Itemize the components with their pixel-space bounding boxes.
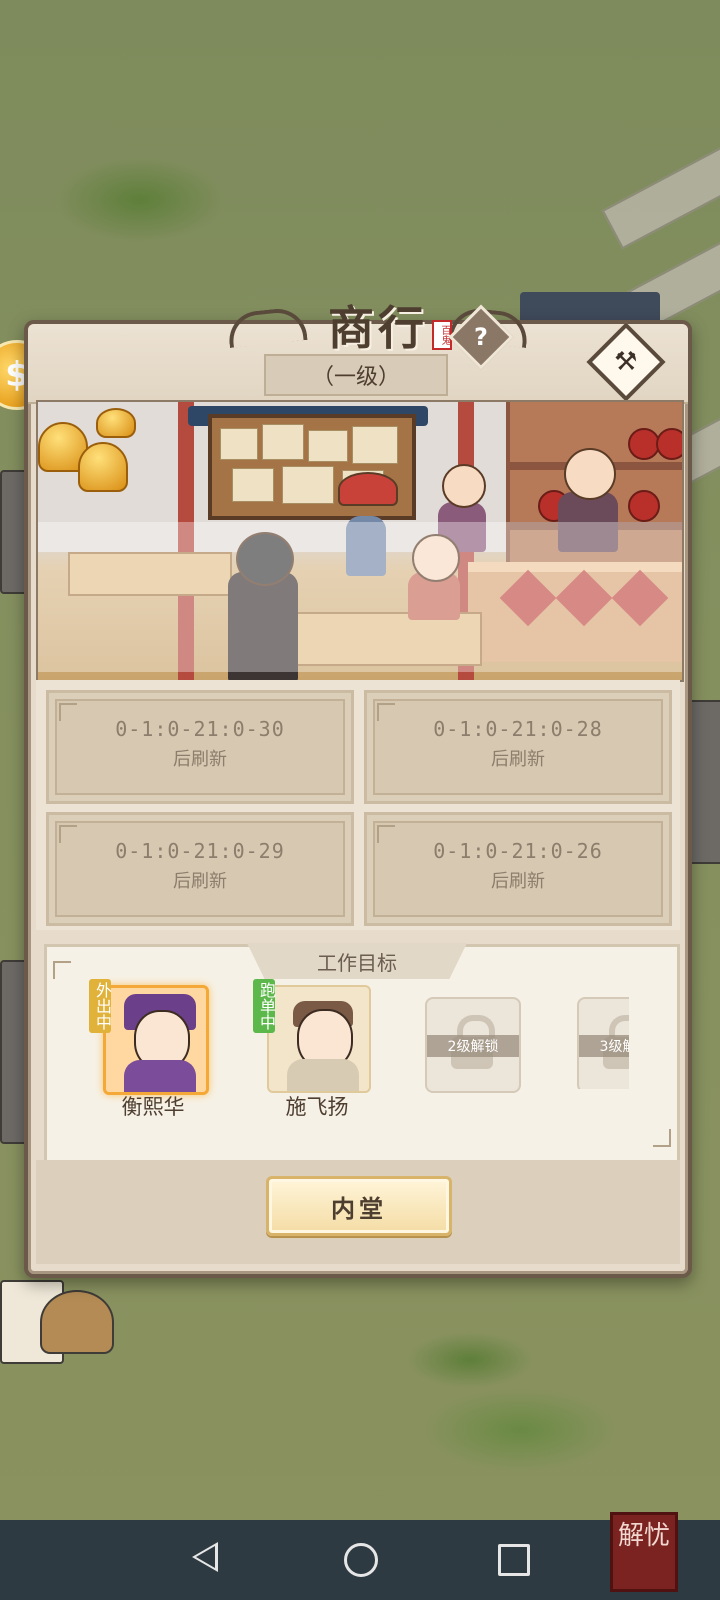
recent-apps-icon[interactable] (498, 1544, 530, 1576)
map-roof (520, 292, 660, 322)
status-badge: 外出中 (89, 979, 112, 1033)
hammer-icon[interactable]: ⚒ (586, 322, 666, 402)
scene-highlight (38, 522, 682, 672)
character-robe (124, 1060, 196, 1092)
refresh-timer: 0-1:0-21:0-28 (433, 717, 603, 741)
refresh-label: 后刷新 (173, 871, 227, 892)
notice-paper (352, 426, 398, 464)
locked-slot[interactable]: 3级解锁 (577, 997, 629, 1089)
status-badge: 跑单中 (253, 979, 276, 1033)
panel-corner (53, 961, 71, 979)
trading-house-dialog: （一级） ⚒ 商行 百鬼 ? 0-1:0-21:0-30 后刷新 0-1:0-2… (24, 301, 692, 1278)
back-icon[interactable] (192, 1542, 218, 1572)
refresh-label: 后刷新 (491, 749, 545, 770)
notice-paper (262, 424, 304, 460)
bottom-area: 内堂 (36, 1160, 680, 1264)
refresh-label: 后刷新 (173, 749, 227, 770)
panel-corner (653, 1129, 671, 1147)
refresh-slot[interactable]: 0-1:0-21:0-30 后刷新 (46, 690, 354, 804)
person-head (564, 448, 616, 500)
refresh-timer: 0-1:0-21:0-30 (115, 717, 285, 741)
character-frame (267, 985, 371, 1093)
unlock-label: 2级解锁 (427, 1035, 519, 1057)
refresh-label: 后刷新 (491, 871, 545, 892)
shop-scene-illustration (36, 400, 684, 682)
locked-slot[interactable]: 2级解锁 (425, 997, 521, 1093)
refresh-timer: 0-1:0-21:0-29 (115, 839, 285, 863)
refresh-timer: 0-1:0-21:0-26 (433, 839, 603, 863)
straw-hat (338, 472, 398, 506)
notice-paper (220, 428, 258, 460)
refresh-slot[interactable]: 0-1:0-21:0-28 后刷新 (364, 690, 672, 804)
jieyou-seal: 解忧 (610, 1512, 678, 1592)
character-name: 施飞扬 (285, 1095, 349, 1119)
refresh-slot[interactable]: 0-1:0-21:0-29 后刷新 (46, 812, 354, 926)
character-name: 衡熙华 (121, 1095, 185, 1119)
home-icon[interactable] (344, 1543, 378, 1577)
wine-jar (656, 428, 682, 460)
refresh-slots-area: 0-1:0-21:0-30 后刷新 0-1:0-21:0-28 后刷新 0-1:… (36, 680, 680, 930)
work-target-panel: 工作目标 外出中 衡熙华 跑单中 施飞扬 2级解锁 3级 (44, 943, 680, 1164)
locked-slot-clip: 3级解锁 (577, 997, 629, 1089)
map-hut (40, 1290, 114, 1354)
notice-paper (282, 466, 334, 504)
cloud-ornament-left (226, 306, 308, 348)
character-frame (103, 985, 209, 1095)
bell-icon (96, 408, 136, 438)
person-head (442, 464, 486, 508)
refresh-slot[interactable]: 0-1:0-21:0-26 后刷新 (364, 812, 672, 926)
character-robe (287, 1059, 359, 1091)
notice-paper (308, 430, 348, 462)
page-title: 商行 (328, 301, 428, 355)
inner-hall-button[interactable]: 内堂 (266, 1176, 452, 1236)
unlock-label: 3级解锁 (579, 1035, 629, 1057)
level-label: （一级） (264, 354, 448, 396)
character-card-heng-xihua[interactable]: 外出中 衡熙华 (89, 979, 213, 1119)
notice-paper (232, 468, 274, 502)
wine-jar (628, 490, 660, 522)
bell-icon (78, 442, 128, 492)
work-target-header: 工作目标 (247, 943, 467, 979)
character-card-shi-feiyang[interactable]: 跑单中 施飞扬 (253, 979, 377, 1119)
